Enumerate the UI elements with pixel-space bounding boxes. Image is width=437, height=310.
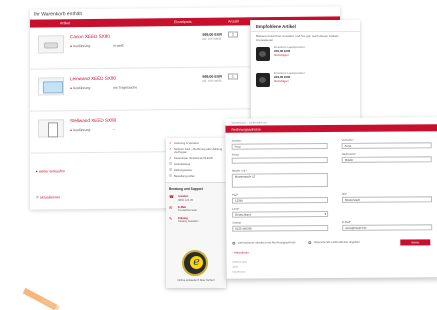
tax-note: inkl. 19% MwSt.	[202, 78, 222, 83]
product-option: ● Ausführung: in weiß	[70, 43, 124, 49]
recommended-title: Empfohlene Artikel	[251, 20, 360, 32]
email-field[interactable]: anna@muster.de	[342, 224, 433, 231]
unit-price: 599,00 EUR inkl. 19% MwSt.	[188, 75, 222, 83]
step-label: Lieferadresse	[174, 162, 191, 166]
next-button[interactable]: Weiter	[400, 239, 431, 246]
support-item-text: Kontaktformular	[178, 209, 197, 213]
option-label: Ausführung:	[72, 85, 92, 91]
phone-field[interactable]: 0123 456789	[232, 225, 329, 232]
step-item[interactable]: ☰ Bestellung prüfen	[166, 173, 226, 179]
support-text: Katalog Katalog bestellen	[178, 217, 199, 224]
refresh-link[interactable]: ⟳ aktualisieren	[36, 195, 60, 199]
support-item-text: 0800 123 45	[178, 198, 193, 202]
quantity-input[interactable]: 1	[228, 73, 238, 80]
footer-link[interactable]: AGB	[232, 266, 238, 269]
recommended-description: Basierend auf Ihrer Auswahl, und Sie ggf…	[256, 34, 339, 42]
step-label: Bestellung prüfen	[174, 174, 195, 178]
same-address-radio[interactable]: Lieferadresse identisch mit Rechnungsadr…	[232, 240, 296, 245]
option-value: mit Tragetasche	[113, 85, 138, 90]
support-text: Anrufen 0800 123 45	[178, 195, 193, 202]
radio-circle-icon	[308, 240, 312, 245]
header-quantity: Anzahl	[228, 19, 239, 24]
option-value: in weiß	[113, 43, 124, 48]
continue-shopping-label: weiter einkaufen	[38, 169, 65, 174]
speaker-image[interactable]	[256, 73, 270, 87]
address-form: Warenkorb › Lieferadresse Rechnungsadres…	[225, 117, 437, 279]
recommended-item-text: Emotions Lautsprecher 249,00 EUR hinzufü…	[274, 45, 305, 57]
form-section-title: Rechnungsadresse	[225, 124, 437, 133]
benefit-label: Kostenloser Versand ab 50 EUR	[174, 157, 213, 161]
option-label: Ausführung:	[72, 127, 92, 133]
step-label: Zahlungsweise	[174, 168, 192, 172]
option-label: Ausführung:	[72, 43, 92, 49]
zip-label: PLZ*	[231, 192, 239, 197]
city-field[interactable]: Musterstadt	[341, 196, 433, 203]
country-select[interactable]: Deutschland	[232, 211, 329, 218]
recommended-item-text: Emotions Lautsprecher 249,00 EUR hinzufü…	[274, 71, 305, 83]
zip-field[interactable]: 12345	[231, 197, 329, 204]
street-label: Straße / Nr.*	[231, 168, 248, 173]
support-item-catalog[interactable]: ✎ Katalog Katalog bestellen	[166, 215, 226, 226]
benefit-label: Sicherer Kauf – Rechnung oder Zahlung vi…	[174, 147, 223, 155]
checkout-steps-list: ✓ Lieferung & Versand ✓ Sicherer Kauf – Re…	[166, 138, 226, 183]
support-title: Beratung und Support	[166, 182, 226, 193]
refresh-label: aktualisieren	[40, 195, 61, 200]
email-label: E-Mail*	[342, 219, 352, 224]
mail-icon: ✉	[169, 204, 173, 210]
recommended-panel: Empfohlene Artikel Basierend auf Ihrer A…	[250, 20, 360, 125]
product-option: ● Ausführung: mit Tragetasche	[70, 85, 137, 91]
product-name[interactable]: Stellwand XEED SX80	[70, 118, 116, 123]
recommended-item[interactable]: Emotions Lautsprecher 249,00 EUR hinzufü…	[251, 44, 360, 70]
speaker-image[interactable]	[256, 47, 270, 61]
radio-label: Lieferadresse identisch mit Rechnungsadr…	[237, 240, 296, 245]
country-label: Land*	[232, 206, 240, 211]
product-option: ● Ausführung: –	[70, 127, 115, 133]
support-item-text: Katalog bestellen	[178, 220, 199, 224]
option-value: –	[113, 127, 115, 132]
unit-price: 599,00 EUR inkl. 19% MwSt.	[188, 33, 222, 41]
header-unit-price: Einzelpreis	[174, 19, 192, 25]
first-name-field[interactable]: Anna	[341, 142, 432, 149]
projector-thumbnail[interactable]	[38, 35, 64, 54]
support-text: E-Mail Kontaktformular	[178, 206, 197, 213]
company-field[interactable]	[231, 157, 328, 164]
company-label: Firma	[231, 152, 239, 157]
last-name-label: Nachname*	[341, 151, 357, 156]
add-to-cart-link[interactable]: hinzufügen	[274, 53, 289, 57]
required-note: * Pflichtfelder	[232, 250, 249, 255]
footer-link[interactable]: Datenschutz	[232, 261, 246, 264]
benefit-item: ✓ Sicherer Kauf – Rechnung oder Zahlung v…	[166, 147, 226, 156]
city-label: Ort*	[341, 191, 347, 196]
screenshot-canvas: Ihr Warenkorb enthält Artikel Einzelprei…	[0, 0, 437, 310]
trusted-shops-seal-icon[interactable]: e	[182, 250, 208, 276]
other-address-radio[interactable]: Abweichende Lieferadresse angeben	[308, 240, 360, 244]
continue-shopping-link[interactable]: ▸ weiter einkaufen	[36, 169, 65, 173]
phone-icon: ☎	[169, 194, 174, 200]
salutation-field[interactable]: Frau	[231, 143, 328, 150]
checkout-sidebar: ✓ Lieferung & Versand ✓ Sicherer Kauf – Re…	[166, 138, 226, 288]
header-article: Artikel	[60, 21, 70, 26]
salutation-label: Anrede*	[231, 138, 242, 143]
street-field[interactable]: Musterstraße 12	[231, 173, 328, 188]
stand-thumbnail[interactable]	[38, 119, 64, 138]
support-item-email[interactable]: ✉ E-Mail Kontaktformular	[166, 204, 226, 215]
radio-circle-icon	[232, 241, 236, 245]
add-to-cart-link[interactable]: hinzufügen	[274, 79, 289, 83]
benefit-label: Lieferung & Versand	[174, 142, 199, 146]
phone-label: Telefon	[232, 220, 242, 225]
first-name-label: Vorname*	[341, 137, 354, 142]
radio-label: Abweichende Lieferadresse angeben	[313, 239, 360, 245]
support-item-phone[interactable]: ☎ Anrufen 0800 123 45	[166, 193, 226, 204]
product-name[interactable]: Canon XEED SX80	[70, 34, 110, 39]
quantity-input[interactable]: 1	[228, 31, 238, 38]
catalog-icon: ✎	[169, 215, 173, 221]
recommended-item[interactable]: Emotions Lautsprecher 249,00 EUR hinzufü…	[251, 70, 360, 96]
seal-letter: e	[190, 256, 203, 269]
seal-caption: Online einkaufen? Aber Sicher!	[177, 279, 215, 282]
tax-note: inkl. 19% MwSt.	[202, 36, 222, 41]
footer-link[interactable]: Impressum	[233, 271, 246, 274]
last-name-field[interactable]: Muster	[341, 156, 432, 163]
product-name[interactable]: Leinwand XEED SX80	[70, 76, 116, 81]
screen-thumbnail[interactable]	[38, 77, 64, 96]
